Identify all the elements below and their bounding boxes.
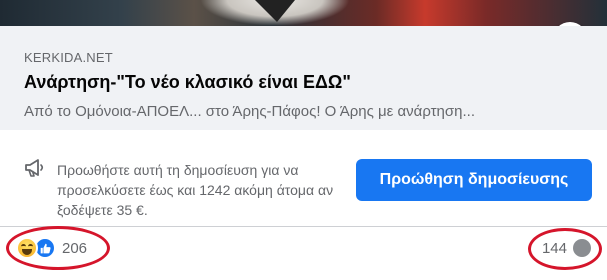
link-title[interactable]: Ανάρτηση-"Το νέο κλασικό είναι ΕΔΩ" [24, 72, 351, 93]
megaphone-icon [25, 159, 44, 177]
link-description: Από το Ομόνοια-ΑΠΟΕΛ... στο Άρης-Πάφος! … [24, 103, 476, 120]
divider [0, 226, 607, 227]
boost-post-button[interactable]: Προώθηση δημοσίευσης [356, 159, 592, 201]
promotion-text: Προωθήστε αυτή τη δημοσίευση για να προσ… [57, 162, 334, 218]
annotation-circle-comments [528, 228, 602, 270]
link-domain: KERKIDA.NET [24, 50, 113, 65]
haha-icon [16, 237, 38, 259]
shared-link-photo[interactable] [0, 0, 607, 26]
